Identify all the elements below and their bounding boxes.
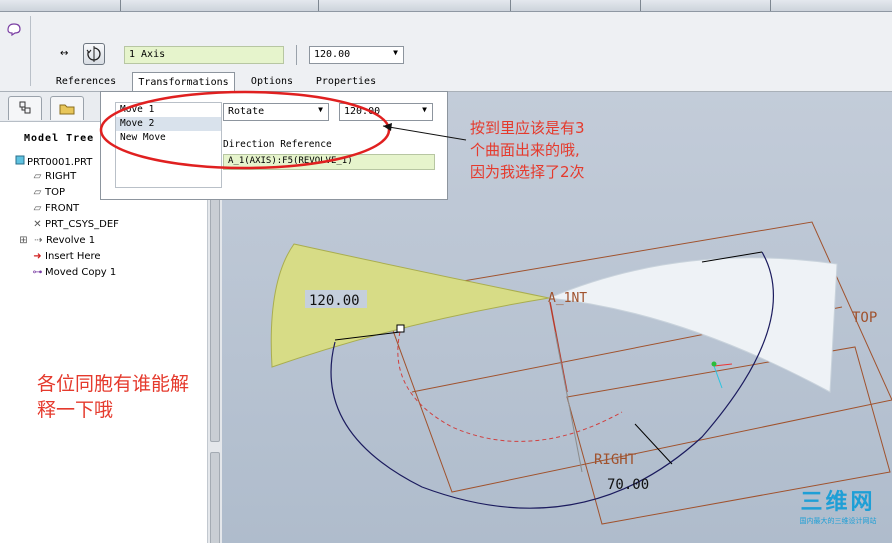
annotation-line: 个曲面出来的哦, [470, 141, 580, 159]
tab-folder-browser[interactable] [50, 96, 84, 120]
list-item-move-2[interactable]: Move 2 [116, 117, 221, 131]
tree-item-label: PRT0001.PRT [27, 157, 93, 168]
folder-icon [59, 104, 75, 115]
tree-item-label: Moved Copy 1 [45, 267, 117, 278]
transformations-panel: Move 1 Move 2 New Move Rotate ▼ 120.00 ▼… [100, 91, 448, 200]
toolbar-separator [640, 0, 641, 11]
tree-item-label: FRONT [45, 203, 80, 214]
annotation-left: 各位同胞有谁能解 释一下哦 [37, 371, 233, 423]
toolbar-separator [318, 0, 319, 11]
move-type-select[interactable]: Rotate ▼ [223, 103, 329, 121]
model-tree-title: Model Tree [24, 133, 95, 144]
dashboard-divider [30, 16, 31, 86]
rotate-button[interactable] [83, 43, 105, 65]
move-type-value: Rotate [228, 106, 265, 117]
insert-arrow-icon: ➜ [33, 251, 42, 262]
moved-copy-feature-icon [7, 23, 21, 36]
tree-item-label: PRT_CSYS_DEF [45, 219, 119, 230]
translate-arrows-icon[interactable]: ↔ [60, 48, 68, 59]
angle-value-combo[interactable]: 120.00 ▼ [309, 46, 404, 64]
axis-extension [554, 331, 583, 473]
tree-item-label: Revolve 1 [46, 235, 96, 246]
toolbar-separator [120, 0, 121, 11]
tree-item-label: Insert Here [45, 251, 101, 262]
revolve-icon: ⇢ [34, 235, 43, 246]
chevron-down-icon: ▼ [422, 105, 427, 114]
tree-item-insert-here[interactable]: ➜ Insert Here [30, 251, 101, 266]
tree-item-moved-copy[interactable]: ⊶ Moved Copy 1 [30, 267, 117, 282]
chevron-down-icon: ▼ [318, 105, 323, 114]
datum-plane-icon: ▱ [33, 187, 42, 198]
move-copy-dashboard: ↔ 1 Axis 120.00 ▼ References Transformat… [0, 12, 892, 92]
csys-y-axis [713, 365, 723, 389]
scroll-thumb-lower[interactable] [210, 452, 220, 543]
list-item-move-1[interactable]: Move 1 [116, 103, 221, 117]
plane-label-right: RIGHT [594, 452, 637, 468]
datum-plane-icon: ▱ [33, 203, 42, 214]
tab-properties[interactable]: Properties [309, 72, 383, 91]
annotation-line: 释一下哦 [37, 399, 114, 421]
dashboard-separator [296, 45, 297, 65]
expand-icon[interactable]: ⊞ [16, 235, 31, 246]
tab-transformations[interactable]: Transformations [132, 72, 235, 92]
new-file-icon[interactable] [6, 0, 20, 10]
tree-item-csys[interactable]: ✕ PRT_CSYS_DEF [30, 219, 119, 234]
plane-label-top: TOP [852, 310, 877, 326]
moves-list[interactable]: Move 1 Move 2 New Move [115, 102, 222, 188]
main-toolbar [0, 0, 892, 12]
csys-x-axis [713, 363, 733, 367]
datum-plane-icon: ▱ [33, 171, 42, 182]
list-item-new-move[interactable]: New Move [116, 131, 221, 145]
dimension-bottom-label[interactable]: 70.00 [607, 477, 649, 493]
direction-reference-collector[interactable]: A_1(AXIS):F5(REVOLVE_1) [223, 154, 435, 170]
watermark-title: 三维网 [800, 490, 876, 515]
tree-item-label: RIGHT [45, 171, 77, 182]
drag-handle[interactable] [396, 324, 405, 333]
tree-item-front[interactable]: ▱ FRONT [30, 203, 80, 218]
tree-item-right[interactable]: ▱ RIGHT [30, 171, 77, 186]
axis-label: A_1NT [548, 291, 587, 306]
revolve-surface[interactable] [548, 257, 838, 393]
tree-item-label: TOP [45, 187, 66, 198]
tab-options[interactable]: Options [243, 72, 301, 91]
tree-item-top[interactable]: ▱ TOP [30, 187, 65, 202]
toolbar-separator [510, 0, 511, 11]
model-tree-icon [19, 101, 31, 114]
annotation-line: 各位同胞有谁能解 [37, 373, 190, 395]
rotate-icon [86, 46, 101, 62]
annotation-right: 按到里应该是有3 个曲面出来的哦, 因为我选择了2次 [470, 117, 630, 183]
watermark-logo: 三维网 国内最大的三维设计网站 [788, 490, 888, 526]
direction-reference-label: Direction Reference [223, 139, 332, 150]
annotation-line: 按到里应该是有3 [470, 119, 585, 137]
dimension-top-label[interactable]: 120.00 [309, 293, 360, 309]
axis-collector[interactable]: 1 Axis [124, 46, 284, 64]
annotation-line: 因为我选择了2次 [470, 163, 585, 181]
open-file-icon[interactable] [26, 0, 40, 10]
angle-value: 120.00 [314, 49, 351, 60]
watermark-subtitle: 国内最大的三维设计网站 [799, 517, 877, 525]
moved-copy-icon: ⊶ [32, 267, 43, 278]
move-value: 120.00 [344, 106, 381, 117]
tab-references[interactable]: References [48, 72, 124, 91]
chevron-down-icon: ▼ [393, 48, 398, 57]
tree-item-part[interactable]: PRT0001.PRT [12, 155, 92, 170]
dimension-leader-bottom [634, 423, 673, 465]
tree-item-revolve[interactable]: ⊞ ⇢ Revolve 1 [16, 235, 95, 250]
csys-origin [711, 361, 717, 367]
move-value-combo[interactable]: 120.00 ▼ [339, 103, 433, 121]
part-icon [12, 155, 27, 168]
csys-icon: ✕ [33, 219, 42, 230]
rotation-preview-arc [397, 331, 623, 442]
toolbar-separator [770, 0, 771, 11]
tab-model-tree[interactable] [8, 96, 42, 120]
